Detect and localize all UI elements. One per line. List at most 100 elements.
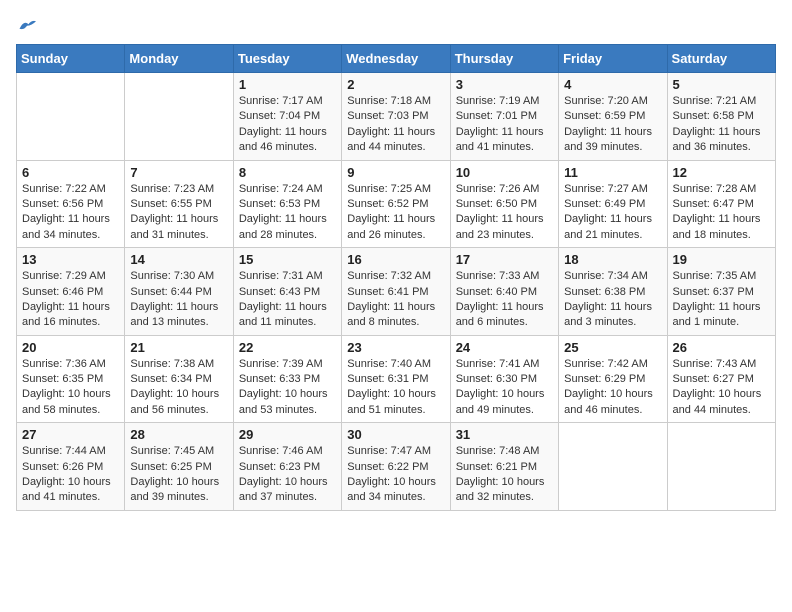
page-header (16, 16, 776, 34)
day-number: 8 (239, 165, 336, 180)
day-info: Sunrise: 7:30 AMSunset: 6:44 PMDaylight:… (130, 269, 227, 331)
calendar-cell: 8 Sunrise: 7:24 AMSunset: 6:53 PMDaylight… (233, 160, 341, 248)
day-number: 12 (673, 165, 770, 180)
calendar-week-row: 20 Sunrise: 7:36 AMSunset: 6:35 PMDayligh… (17, 335, 776, 423)
day-number: 31 (456, 427, 553, 442)
calendar-table: SundayMondayTuesdayWednesdayThursdayFrid… (16, 44, 776, 511)
day-number: 21 (130, 340, 227, 355)
day-number: 17 (456, 252, 553, 267)
calendar-cell: 3Sunrise: 7:19 AMSunset: 7:01 PMDaylight… (450, 73, 558, 161)
day-number: 5 (673, 77, 770, 92)
calendar-cell (125, 73, 233, 161)
calendar-cell: 10Sunrise: 7:26 AMSunset: 6:50 PMDayligh… (450, 160, 558, 248)
day-number: 20 (22, 340, 119, 355)
calendar-cell: 2Sunrise: 7:18 AMSunset: 7:03 PMDaylight… (342, 73, 450, 161)
day-number: 11 (564, 165, 661, 180)
day-info: Sunrise: 7:31 AMSunset: 6:43 PMDaylight:… (239, 269, 336, 331)
day-info: Sunrise: 7:44 AMSunset: 6:26 PMDaylight:… (22, 444, 119, 506)
calendar-cell: 7 Sunrise: 7:23 AMSunset: 6:55 PMDaylight… (125, 160, 233, 248)
weekday-header-sunday: Sunday (17, 45, 125, 73)
day-info: Sunrise: 7:38 AMSunset: 6:34 PMDaylight:… (130, 357, 227, 419)
day-number: 1 (239, 77, 336, 92)
calendar-cell: 5 Sunrise: 7:21 AMSunset: 6:58 PMDaylight… (667, 73, 775, 161)
calendar-cell: 24 Sunrise: 7:41 AMSunset: 6:30 PMDayligh… (450, 335, 558, 423)
day-info: Sunrise: 7:23 AMSunset: 6:55 PMDaylight:… (130, 182, 227, 244)
day-info: Sunrise: 7:43 AMSunset: 6:27 PMDaylight:… (673, 357, 770, 419)
day-number: 27 (22, 427, 119, 442)
day-info: Sunrise: 7:41 AMSunset: 6:30 PMDaylight:… (456, 357, 553, 419)
weekday-header-saturday: Saturday (667, 45, 775, 73)
day-number: 14 (130, 252, 227, 267)
day-number: 25 (564, 340, 661, 355)
calendar-cell (17, 73, 125, 161)
day-info: Sunrise: 7:22 AMSunset: 6:56 PMDaylight:… (22, 182, 119, 244)
calendar-cell: 14 Sunrise: 7:30 AMSunset: 6:44 PMDayligh… (125, 248, 233, 336)
day-info: Sunrise: 7:25 AMSunset: 6:52 PMDaylight:… (347, 182, 444, 244)
weekday-header-friday: Friday (559, 45, 667, 73)
day-number: 10 (456, 165, 553, 180)
calendar-cell: 26 Sunrise: 7:43 AMSunset: 6:27 PMDayligh… (667, 335, 775, 423)
calendar-cell: 11 Sunrise: 7:27 AMSunset: 6:49 PMDayligh… (559, 160, 667, 248)
calendar-cell: 23 Sunrise: 7:40 AMSunset: 6:31 PMDayligh… (342, 335, 450, 423)
calendar-cell: 27 Sunrise: 7:44 AMSunset: 6:26 PMDayligh… (17, 423, 125, 511)
calendar-cell: 30Sunrise: 7:47 AMSunset: 6:22 PMDayligh… (342, 423, 450, 511)
day-number: 24 (456, 340, 553, 355)
day-info: Sunrise: 7:35 AMSunset: 6:37 PMDaylight:… (673, 269, 770, 331)
day-info: Sunrise: 7:34 AMSunset: 6:38 PMDaylight:… (564, 269, 661, 331)
calendar-cell: 18 Sunrise: 7:34 AMSunset: 6:38 PMDayligh… (559, 248, 667, 336)
calendar-cell (667, 423, 775, 511)
day-info: Sunrise: 7:36 AMSunset: 6:35 PMDaylight:… (22, 357, 119, 419)
day-info: Sunrise: 7:27 AMSunset: 6:49 PMDaylight:… (564, 182, 661, 244)
day-info: Sunrise: 7:40 AMSunset: 6:31 PMDaylight:… (347, 357, 444, 419)
day-number: 3 (456, 77, 553, 92)
day-number: 6 (22, 165, 119, 180)
calendar-cell: 31 Sunrise: 7:48 AMSunset: 6:21 PMDayligh… (450, 423, 558, 511)
weekday-header-row: SundayMondayTuesdayWednesdayThursdayFrid… (17, 45, 776, 73)
day-info: Sunrise: 7:32 AMSunset: 6:41 PMDaylight:… (347, 269, 444, 331)
day-number: 4 (564, 77, 661, 92)
day-number: 26 (673, 340, 770, 355)
day-info: Sunrise: 7:21 AMSunset: 6:58 PMDaylight:… (673, 94, 770, 156)
day-info: Sunrise: 7:28 AMSunset: 6:47 PMDaylight:… (673, 182, 770, 244)
calendar-week-row: 6 Sunrise: 7:22 AMSunset: 6:56 PMDaylight… (17, 160, 776, 248)
day-info: Sunrise: 7:24 AMSunset: 6:53 PMDaylight:… (239, 182, 336, 244)
day-info: Sunrise: 7:46 AMSunset: 6:23 PMDaylight:… (239, 444, 336, 506)
weekday-header-wednesday: Wednesday (342, 45, 450, 73)
day-number: 13 (22, 252, 119, 267)
day-info: Sunrise: 7:48 AMSunset: 6:21 PMDaylight:… (456, 444, 553, 506)
day-info: Sunrise: 7:17 AMSunset: 7:04 PMDaylight:… (239, 94, 336, 156)
day-number: 29 (239, 427, 336, 442)
day-number: 16 (347, 252, 444, 267)
calendar-week-row: 27 Sunrise: 7:44 AMSunset: 6:26 PMDayligh… (17, 423, 776, 511)
calendar-cell: 25 Sunrise: 7:42 AMSunset: 6:29 PMDayligh… (559, 335, 667, 423)
day-info: Sunrise: 7:18 AMSunset: 7:03 PMDaylight:… (347, 94, 444, 156)
day-number: 7 (130, 165, 227, 180)
weekday-header-monday: Monday (125, 45, 233, 73)
calendar-cell: 19 Sunrise: 7:35 AMSunset: 6:37 PMDayligh… (667, 248, 775, 336)
day-info: Sunrise: 7:47 AMSunset: 6:22 PMDaylight:… (347, 444, 444, 506)
calendar-cell: 4 Sunrise: 7:20 AMSunset: 6:59 PMDaylight… (559, 73, 667, 161)
weekday-header-tuesday: Tuesday (233, 45, 341, 73)
calendar-cell: 12 Sunrise: 7:28 AMSunset: 6:47 PMDayligh… (667, 160, 775, 248)
calendar-cell: 16 Sunrise: 7:32 AMSunset: 6:41 PMDayligh… (342, 248, 450, 336)
day-number: 23 (347, 340, 444, 355)
day-info: Sunrise: 7:20 AMSunset: 6:59 PMDaylight:… (564, 94, 661, 156)
calendar-cell: 13 Sunrise: 7:29 AMSunset: 6:46 PMDayligh… (17, 248, 125, 336)
day-number: 19 (673, 252, 770, 267)
calendar-cell: 9 Sunrise: 7:25 AMSunset: 6:52 PMDaylight… (342, 160, 450, 248)
calendar-cell: 15Sunrise: 7:31 AMSunset: 6:43 PMDayligh… (233, 248, 341, 336)
day-info: Sunrise: 7:42 AMSunset: 6:29 PMDaylight:… (564, 357, 661, 419)
day-info: Sunrise: 7:29 AMSunset: 6:46 PMDaylight:… (22, 269, 119, 331)
day-number: 18 (564, 252, 661, 267)
logo (16, 16, 36, 34)
weekday-header-thursday: Thursday (450, 45, 558, 73)
calendar-cell: 29 Sunrise: 7:46 AMSunset: 6:23 PMDayligh… (233, 423, 341, 511)
day-number: 22 (239, 340, 336, 355)
calendar-week-row: 13 Sunrise: 7:29 AMSunset: 6:46 PMDayligh… (17, 248, 776, 336)
day-number: 9 (347, 165, 444, 180)
day-number: 28 (130, 427, 227, 442)
day-info: Sunrise: 7:33 AMSunset: 6:40 PMDaylight:… (456, 269, 553, 331)
calendar-cell: 20 Sunrise: 7:36 AMSunset: 6:35 PMDayligh… (17, 335, 125, 423)
logo-bird-icon (18, 16, 36, 34)
calendar-cell: 17 Sunrise: 7:33 AMSunset: 6:40 PMDayligh… (450, 248, 558, 336)
